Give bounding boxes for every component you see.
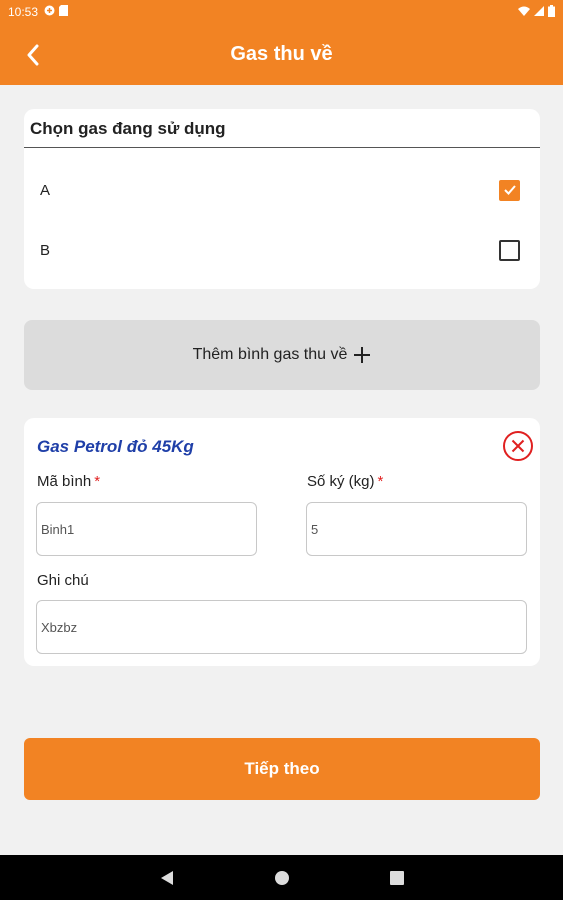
next-button-label: Tiếp theo bbox=[244, 759, 320, 778]
chevron-left-icon bbox=[27, 44, 39, 65]
signal-icon bbox=[534, 5, 544, 19]
remove-item-button[interactable] bbox=[502, 430, 534, 462]
system-nav-bar bbox=[0, 855, 563, 900]
page-title: Gas thu về bbox=[230, 43, 333, 65]
checkbox-checked[interactable] bbox=[499, 179, 520, 201]
next-button[interactable]: Tiếp theo bbox=[24, 738, 540, 800]
checkbox-unchecked[interactable] bbox=[499, 239, 520, 261]
status-bar: 10:53 bbox=[0, 0, 563, 24]
wifi-icon bbox=[518, 5, 530, 19]
required-mark: * bbox=[377, 473, 384, 490]
status-app-icon bbox=[44, 5, 55, 19]
nav-home-button[interactable] bbox=[272, 868, 292, 888]
code-label-text: Mã bình bbox=[37, 473, 92, 490]
gas-option-label: A bbox=[40, 181, 51, 199]
gas-option-a[interactable]: A bbox=[24, 170, 540, 210]
sd-card-icon bbox=[59, 5, 69, 19]
close-circle-icon bbox=[503, 431, 533, 461]
required-mark: * bbox=[94, 473, 101, 490]
gas-option-label: B bbox=[40, 241, 51, 259]
code-label: Mã bình * bbox=[37, 473, 100, 490]
weight-label-text: Số ký (kg) bbox=[307, 473, 375, 490]
code-input[interactable] bbox=[36, 502, 257, 556]
weight-label: Số ký (kg) * bbox=[307, 473, 383, 490]
circle-home-icon bbox=[274, 870, 289, 885]
back-button[interactable] bbox=[18, 40, 48, 70]
battery-icon bbox=[548, 4, 555, 20]
add-button-label: Thêm bình gas thu về bbox=[192, 346, 348, 363]
choose-gas-card: Chọn gas đang sử dụng A B bbox=[24, 109, 540, 289]
checkmark-icon bbox=[503, 185, 516, 195]
triangle-back-icon bbox=[160, 870, 173, 885]
add-gas-cylinder-button[interactable]: Thêm bình gas thu về bbox=[24, 320, 540, 390]
square-recents-icon bbox=[389, 870, 404, 885]
gas-option-b[interactable]: B bbox=[24, 230, 540, 270]
gas-item-name: Gas Petrol đỏ 45Kg bbox=[37, 437, 194, 456]
status-time: 10:53 bbox=[8, 5, 39, 19]
nav-recents-button[interactable] bbox=[387, 868, 407, 888]
divider bbox=[24, 147, 540, 148]
nav-back-button[interactable] bbox=[157, 868, 177, 888]
choose-gas-title: Chọn gas đang sử dụng bbox=[30, 119, 226, 138]
plus-icon bbox=[353, 346, 371, 364]
note-label: Ghi chú bbox=[37, 572, 89, 589]
weight-input[interactable] bbox=[306, 502, 527, 556]
note-input[interactable] bbox=[36, 600, 527, 654]
gas-item-card: Gas Petrol đỏ 45Kg Mã bình* Số ký (kg)* … bbox=[24, 418, 540, 666]
app-bar: Gas thu về bbox=[0, 24, 563, 85]
